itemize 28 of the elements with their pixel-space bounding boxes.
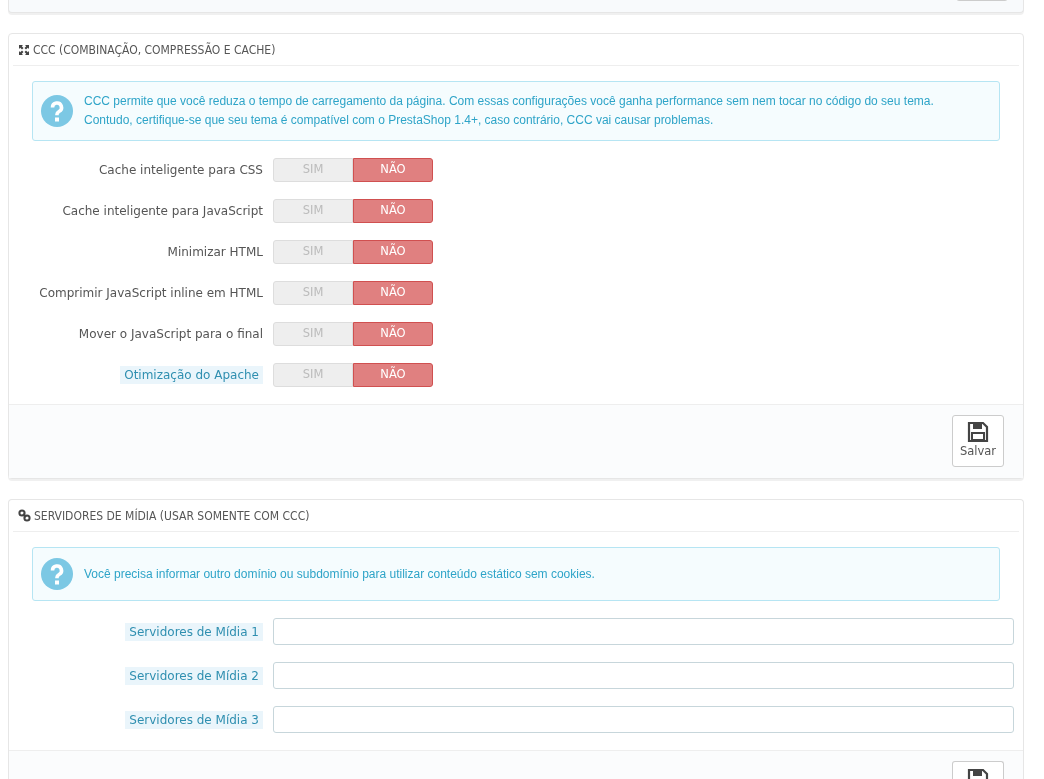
switch-option[interactable]: NÃO (353, 158, 433, 182)
help-label: Servidores de Mídia 3 (125, 710, 263, 729)
field-label: Minimizar HTML (167, 245, 263, 259)
help-label: Servidores de Mídia 1 (125, 622, 263, 641)
alert-text: CCC permite que você reduza o tempo de carregamento da página. Com essas configurações você ganha performance sem nem tocar no código do seu tema. Contudo, certifique-se que seu tema é compatível com o PrestaShop 1.4+, caso contrário, CCC vai causar problemas. (84, 93, 934, 129)
field-label: Cache inteligente para JavaScript (62, 204, 263, 218)
input-field[interactable] (273, 618, 1014, 645)
alert-text: Você precisa informar outro domínio ou subdomínio para utilizar conteúdo estático sem cookies. (84, 565, 595, 583)
field-label: Comprimir JavaScript inline em HTML (39, 286, 263, 300)
panel-title: SERVIDORES DE MÍDIA (USAR SOMENTE COM CCC) (34, 507, 310, 525)
help-icon (41, 558, 73, 590)
switch-option[interactable]: NÃO (353, 281, 433, 305)
help-label: Otimização do Apache (120, 366, 263, 384)
link-icon (18, 509, 31, 522)
input-field[interactable] (273, 706, 1014, 733)
switch-option[interactable]: NÃO (353, 199, 433, 223)
save-button[interactable] (952, 761, 1004, 779)
field-label: Mover o JavaScript para o final (78, 327, 263, 341)
switch-option[interactable]: NÃO (353, 363, 433, 387)
expand-icon (18, 43, 30, 56)
help-icon (41, 95, 73, 127)
panel-title: CCC (COMBINAÇÃO, COMPRESSÃO E CACHE) (33, 41, 276, 59)
switch-option[interactable]: NÃO (353, 322, 433, 346)
field-label: Cache inteligente para CSS (98, 163, 263, 177)
input-field[interactable] (273, 662, 1014, 689)
save-button[interactable]: Salvar (952, 415, 1004, 467)
help-label: Servidores de Mídia 2 (125, 666, 263, 685)
switch-option[interactable]: NÃO (353, 240, 433, 264)
